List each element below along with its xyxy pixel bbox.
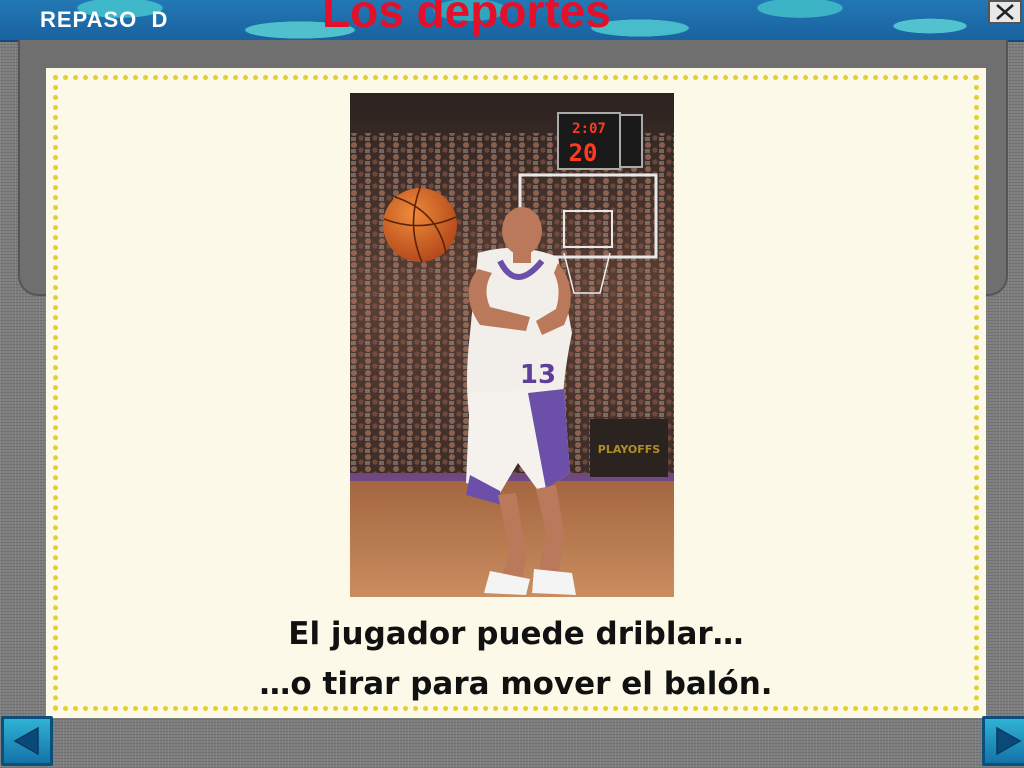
scoreboard-time: 2:07 [572,121,606,137]
close-button[interactable] [988,0,1022,24]
caption-line-1: El jugador puede driblar… [288,616,744,652]
jersey-number: 13 [520,360,556,390]
arrow-right-icon [996,726,1022,756]
photo-illustration: 2:07 20 13 PLAYOFFS [350,93,674,597]
close-x-icon [996,4,1014,20]
slide-card: 2:07 20 13 PLAYOFFS El jugador puede dri… [46,68,986,718]
scoreboard-count: 20 [569,139,598,167]
next-slide-button[interactable] [982,716,1024,766]
caption-line-2: …o tirar para mover el balón. [259,666,773,702]
previous-slide-button[interactable] [1,716,53,766]
arrow-left-icon [13,726,39,756]
header-banner: REPASO D Los deportes [0,0,1024,42]
section-label: REPASO D [40,7,169,32]
svg-text:PLAYOFFS: PLAYOFFS [598,443,660,456]
page-title: Los deportes [322,0,611,37]
basketball-player-photo: 2:07 20 13 PLAYOFFS [350,93,674,597]
